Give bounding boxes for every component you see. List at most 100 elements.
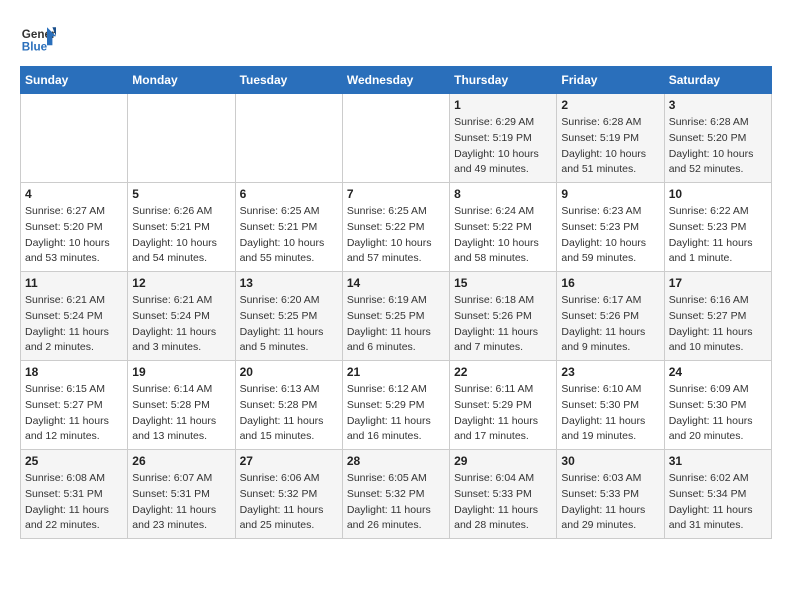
day-number: 16 [561, 276, 659, 290]
header-wednesday: Wednesday [342, 67, 449, 94]
calendar-cell: 20 Sunrise: 6:13 AM Sunset: 5:28 PM Dayli… [235, 361, 342, 450]
calendar-cell: 15 Sunrise: 6:18 AM Sunset: 5:26 PM Dayli… [450, 272, 557, 361]
day-info: Sunrise: 6:13 AM Sunset: 5:28 PM Dayligh… [240, 382, 338, 445]
day-info: Sunrise: 6:28 AM Sunset: 5:20 PM Dayligh… [669, 115, 767, 178]
day-number: 19 [132, 365, 230, 379]
calendar-cell: 4 Sunrise: 6:27 AM Sunset: 5:20 PM Daylig… [21, 183, 128, 272]
day-number: 14 [347, 276, 445, 290]
calendar-cell: 22 Sunrise: 6:11 AM Sunset: 5:29 PM Dayli… [450, 361, 557, 450]
calendar-cell: 14 Sunrise: 6:19 AM Sunset: 5:25 PM Dayli… [342, 272, 449, 361]
day-info: Sunrise: 6:28 AM Sunset: 5:19 PM Dayligh… [561, 115, 659, 178]
day-number: 17 [669, 276, 767, 290]
day-number: 28 [347, 454, 445, 468]
day-info: Sunrise: 6:15 AM Sunset: 5:27 PM Dayligh… [25, 382, 123, 445]
calendar-cell: 11Sunrise: 6:21 AM Sunset: 5:24 PM Dayli… [21, 272, 128, 361]
calendar-cell: 5 Sunrise: 6:26 AM Sunset: 5:21 PM Daylig… [128, 183, 235, 272]
day-info: Sunrise: 6:03 AM Sunset: 5:33 PM Dayligh… [561, 471, 659, 534]
day-info: Sunrise: 6:17 AM Sunset: 5:26 PM Dayligh… [561, 293, 659, 356]
calendar-header-row: SundayMondayTuesdayWednesdayThursdayFrid… [21, 67, 772, 94]
calendar-week-1: 1 Sunrise: 6:29 AM Sunset: 5:19 PM Daylig… [21, 94, 772, 183]
calendar-cell: 2 Sunrise: 6:28 AM Sunset: 5:19 PM Daylig… [557, 94, 664, 183]
header-tuesday: Tuesday [235, 67, 342, 94]
calendar-cell: 16 Sunrise: 6:17 AM Sunset: 5:26 PM Dayli… [557, 272, 664, 361]
calendar-cell: 29Sunrise: 6:04 AM Sunset: 5:33 PM Dayli… [450, 450, 557, 539]
calendar-cell: 23 Sunrise: 6:10 AM Sunset: 5:30 PM Dayli… [557, 361, 664, 450]
day-info: Sunrise: 6:26 AM Sunset: 5:21 PM Dayligh… [132, 204, 230, 267]
day-info: Sunrise: 6:23 AM Sunset: 5:23 PM Dayligh… [561, 204, 659, 267]
header-saturday: Saturday [664, 67, 771, 94]
day-number: 4 [25, 187, 123, 201]
calendar-cell: 8 Sunrise: 6:24 AM Sunset: 5:22 PM Daylig… [450, 183, 557, 272]
day-number: 1 [454, 98, 552, 112]
day-info: Sunrise: 6:05 AM Sunset: 5:32 PM Dayligh… [347, 471, 445, 534]
day-info: Sunrise: 6:19 AM Sunset: 5:25 PM Dayligh… [347, 293, 445, 356]
calendar-cell [128, 94, 235, 183]
day-number: 21 [347, 365, 445, 379]
calendar-cell: 17 Sunrise: 6:16 AM Sunset: 5:27 PM Dayli… [664, 272, 771, 361]
calendar-cell: 10 Sunrise: 6:22 AM Sunset: 5:23 PM Dayli… [664, 183, 771, 272]
day-number: 9 [561, 187, 659, 201]
day-info: Sunrise: 6:22 AM Sunset: 5:23 PM Dayligh… [669, 204, 767, 267]
day-info: Sunrise: 6:02 AM Sunset: 5:34 PM Dayligh… [669, 471, 767, 534]
day-number: 10 [669, 187, 767, 201]
day-info: Sunrise: 6:24 AM Sunset: 5:22 PM Dayligh… [454, 204, 552, 267]
day-info: Sunrise: 6:10 AM Sunset: 5:30 PM Dayligh… [561, 382, 659, 445]
day-number: 15 [454, 276, 552, 290]
day-info: Sunrise: 6:11 AM Sunset: 5:29 PM Dayligh… [454, 382, 552, 445]
calendar-cell: 24 Sunrise: 6:09 AM Sunset: 5:30 PM Dayli… [664, 361, 771, 450]
calendar-cell: 28 Sunrise: 6:05 AM Sunset: 5:32 PM Dayli… [342, 450, 449, 539]
calendar-cell [235, 94, 342, 183]
calendar-cell: 1 Sunrise: 6:29 AM Sunset: 5:19 PM Daylig… [450, 94, 557, 183]
calendar-cell [21, 94, 128, 183]
day-info: Sunrise: 6:18 AM Sunset: 5:26 PM Dayligh… [454, 293, 552, 356]
calendar-cell: 12Sunrise: 6:21 AM Sunset: 5:24 PM Dayli… [128, 272, 235, 361]
day-info: Sunrise: 6:12 AM Sunset: 5:29 PM Dayligh… [347, 382, 445, 445]
day-number: 11 [25, 276, 123, 290]
day-number: 31 [669, 454, 767, 468]
day-info: Sunrise: 6:04 AM Sunset: 5:33 PM Dayligh… [454, 471, 552, 534]
calendar-week-2: 4 Sunrise: 6:27 AM Sunset: 5:20 PM Daylig… [21, 183, 772, 272]
day-number: 3 [669, 98, 767, 112]
svg-text:Blue: Blue [22, 41, 48, 54]
day-number: 30 [561, 454, 659, 468]
day-number: 23 [561, 365, 659, 379]
calendar-week-4: 18 Sunrise: 6:15 AM Sunset: 5:27 PM Dayli… [21, 361, 772, 450]
day-info: Sunrise: 6:20 AM Sunset: 5:25 PM Dayligh… [240, 293, 338, 356]
logo: General Blue [20, 20, 62, 56]
day-info: Sunrise: 6:09 AM Sunset: 5:30 PM Dayligh… [669, 382, 767, 445]
calendar-cell: 7 Sunrise: 6:25 AM Sunset: 5:22 PM Daylig… [342, 183, 449, 272]
day-info: Sunrise: 6:25 AM Sunset: 5:22 PM Dayligh… [347, 204, 445, 267]
day-number: 22 [454, 365, 552, 379]
day-number: 20 [240, 365, 338, 379]
calendar-cell: 25Sunrise: 6:08 AM Sunset: 5:31 PM Dayli… [21, 450, 128, 539]
logo-icon: General Blue [20, 20, 56, 56]
calendar-cell: 3 Sunrise: 6:28 AM Sunset: 5:20 PM Daylig… [664, 94, 771, 183]
calendar-week-5: 25Sunrise: 6:08 AM Sunset: 5:31 PM Dayli… [21, 450, 772, 539]
header-monday: Monday [128, 67, 235, 94]
header-thursday: Thursday [450, 67, 557, 94]
header-sunday: Sunday [21, 67, 128, 94]
page-header: General Blue [20, 20, 772, 56]
day-number: 8 [454, 187, 552, 201]
calendar-cell: 26Sunrise: 6:07 AM Sunset: 5:31 PM Dayli… [128, 450, 235, 539]
day-number: 12 [132, 276, 230, 290]
day-number: 13 [240, 276, 338, 290]
calendar-cell: 30 Sunrise: 6:03 AM Sunset: 5:33 PM Dayli… [557, 450, 664, 539]
day-number: 18 [25, 365, 123, 379]
calendar-cell: 9 Sunrise: 6:23 AM Sunset: 5:23 PM Daylig… [557, 183, 664, 272]
calendar-cell: 18 Sunrise: 6:15 AM Sunset: 5:27 PM Dayli… [21, 361, 128, 450]
calendar-cell: 19Sunrise: 6:14 AM Sunset: 5:28 PM Dayli… [128, 361, 235, 450]
calendar-cell: 27Sunrise: 6:06 AM Sunset: 5:32 PM Dayli… [235, 450, 342, 539]
day-info: Sunrise: 6:16 AM Sunset: 5:27 PM Dayligh… [669, 293, 767, 356]
day-number: 24 [669, 365, 767, 379]
day-info: Sunrise: 6:07 AM Sunset: 5:31 PM Dayligh… [132, 471, 230, 534]
day-number: 2 [561, 98, 659, 112]
calendar-cell: 31 Sunrise: 6:02 AM Sunset: 5:34 PM Dayli… [664, 450, 771, 539]
calendar-cell [342, 94, 449, 183]
day-info: Sunrise: 6:27 AM Sunset: 5:20 PM Dayligh… [25, 204, 123, 267]
day-number: 7 [347, 187, 445, 201]
day-info: Sunrise: 6:29 AM Sunset: 5:19 PM Dayligh… [454, 115, 552, 178]
day-info: Sunrise: 6:08 AM Sunset: 5:31 PM Dayligh… [25, 471, 123, 534]
day-number: 5 [132, 187, 230, 201]
calendar-cell: 13 Sunrise: 6:20 AM Sunset: 5:25 PM Dayli… [235, 272, 342, 361]
